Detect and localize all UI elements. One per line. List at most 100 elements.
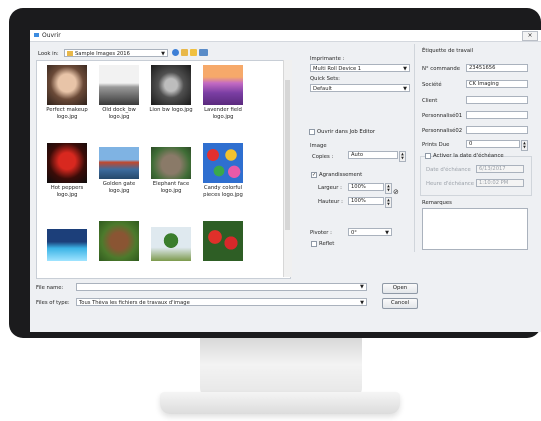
mirror-checkbox[interactable] — [311, 241, 317, 247]
due-date-group — [420, 156, 532, 196]
enlarge-checkbox[interactable]: ✓ — [311, 172, 317, 178]
file-item[interactable]: Golden gate logo.jpg — [94, 143, 144, 194]
files-of-type-dropdown[interactable]: Tous Thèva les fichiers de travaux d'ima… — [76, 298, 367, 306]
company-input[interactable]: CK Imaging — [466, 80, 528, 88]
chevron-down-icon: ▼ — [161, 51, 165, 57]
file-label: Lavender field logo.jpg — [204, 107, 242, 120]
dock-bw-thumbnail-icon — [99, 65, 139, 105]
pool-thumbnail-icon — [47, 229, 87, 261]
close-button[interactable]: × — [522, 31, 538, 41]
copies-label: Copies : — [312, 154, 334, 160]
monitor-stand-neck — [200, 338, 362, 398]
tree-thumbnail-icon — [151, 227, 191, 261]
rotate-value: 0° — [351, 230, 357, 236]
chevron-down-icon: ▼ — [403, 66, 407, 72]
quickset-label: Quick Sets: — [310, 76, 340, 82]
file-item[interactable]: Elephant face logo.jpg — [146, 143, 196, 194]
file-label: Perfect makeup logo.jpg — [46, 107, 88, 120]
file-item[interactable] — [42, 221, 92, 261]
view-menu-icon[interactable] — [199, 49, 208, 56]
file-label: Lion bw logo.jpg — [149, 107, 193, 113]
width-input[interactable]: 100% — [348, 183, 384, 191]
order-label: N° commande — [422, 66, 460, 72]
open-button[interactable]: Open — [382, 283, 418, 294]
prints-due-label: Prints Due — [422, 142, 450, 148]
lion-bw-thumbnail-icon — [151, 65, 191, 105]
mirror-label: Reflet — [319, 241, 335, 247]
file-item[interactable]: Old dock_bw logo.jpg — [94, 65, 144, 120]
chevron-down-icon: ▼ — [385, 230, 389, 236]
printer-dropdown[interactable]: Multi Roll Device 1 ▼ — [310, 64, 410, 72]
activate-due-checkbox[interactable] — [425, 153, 431, 159]
quickset-dropdown[interactable]: Default ▼ — [310, 84, 410, 92]
printer-value: Multi Roll Device 1 — [313, 66, 362, 72]
activate-due-label: Activer la date d'échéance — [433, 153, 504, 159]
scrollbar-thumb[interactable] — [285, 80, 290, 230]
file-name-label: File name: — [36, 285, 64, 291]
up-folder-icon[interactable] — [181, 49, 188, 56]
files-of-type-value: Tous Thèva les fichiers de travaux d'ima… — [79, 300, 190, 306]
cow-thumbnail-icon — [99, 221, 139, 261]
open-job-editor-checkbox[interactable] — [309, 129, 315, 135]
due-time-input[interactable]: 1:10:02 PM — [476, 179, 524, 187]
dialog-title: Ouvrir — [42, 32, 61, 39]
chevron-down-icon: ▼ — [360, 300, 364, 306]
width-stepper[interactable]: ▲ ▼ — [385, 183, 392, 194]
file-name-dropdown-icon[interactable]: ▼ — [360, 284, 364, 290]
client-input[interactable] — [466, 96, 528, 104]
file-item[interactable]: Hot peppers logo.jpg — [42, 143, 92, 198]
file-item[interactable] — [94, 221, 144, 261]
custom2-input[interactable] — [466, 126, 528, 134]
look-in-dropdown[interactable]: Sample Images 2016 ▼ — [64, 49, 168, 57]
file-item[interactable] — [198, 221, 248, 261]
copies-stepper[interactable]: ▲ ▼ — [399, 151, 406, 162]
title-bar: Ouvrir × — [30, 30, 541, 42]
order-input[interactable]: 23451656 — [466, 64, 528, 72]
cancel-button[interactable]: Cancel — [382, 298, 418, 309]
open-job-editor-label: Ouvrir dans Job Editor — [317, 129, 376, 135]
printer-label: Imprimante : — [310, 56, 345, 62]
job-label-title: Étiquette de travail — [422, 48, 474, 54]
copies-input[interactable]: Auto — [348, 151, 398, 159]
rotate-dropdown[interactable]: 0° ▼ — [348, 228, 392, 236]
monitor-bezel: Ouvrir × Look in: Sample Images 2016 ▼ P… — [9, 8, 541, 338]
chevron-down-icon: ▼ — [403, 86, 407, 92]
height-label: Hauteur : — [318, 199, 343, 205]
panel-separator — [414, 44, 415, 252]
remarks-textarea[interactable] — [422, 208, 528, 250]
file-item[interactable]: Lavender field logo.jpg — [198, 65, 248, 120]
file-list-scrollbar[interactable] — [283, 60, 292, 277]
peppers-thumbnail-icon — [47, 143, 87, 183]
file-name-input[interactable] — [76, 283, 367, 291]
height-input[interactable]: 100% — [348, 197, 384, 205]
elephant-thumbnail-icon — [151, 147, 191, 179]
rotate-label: Pivoter : — [310, 230, 332, 236]
remarks-label: Remarques — [422, 200, 452, 206]
prints-due-stepper[interactable]: ▲ ▼ — [521, 140, 528, 151]
file-item[interactable]: Perfect makeup logo.jpg — [42, 65, 92, 120]
back-icon[interactable] — [172, 49, 179, 56]
flowers-thumbnail-icon — [203, 221, 243, 261]
quickset-value: Default — [313, 86, 332, 92]
custom1-input[interactable] — [466, 111, 528, 119]
link-aspect-icon[interactable]: ⊘ — [393, 188, 399, 196]
file-label: Golden gate logo.jpg — [102, 181, 136, 194]
height-stepper[interactable]: ▲ ▼ — [385, 197, 392, 208]
due-date-input[interactable]: 6/13/2017 — [476, 165, 524, 173]
due-date-label: Date d'échéance — [426, 167, 471, 173]
app-icon — [34, 33, 39, 37]
golden-gate-thumbnail-icon — [99, 147, 139, 179]
file-item[interactable]: Lion bw logo.jpg — [146, 65, 196, 114]
client-label: Client — [422, 98, 438, 104]
file-item[interactable] — [146, 221, 196, 261]
look-in-label: Look in: — [38, 51, 59, 57]
open-dialog: Ouvrir × Look in: Sample Images 2016 ▼ P… — [30, 30, 541, 332]
prints-due-input[interactable]: 0 — [466, 140, 520, 148]
file-item[interactable]: Candy colorful pieces logo.jpg — [198, 143, 248, 198]
file-label: Elephant face logo.jpg — [152, 181, 190, 194]
candy-thumbnail-icon — [203, 143, 243, 183]
look-in-value: Sample Images 2016 — [75, 51, 130, 57]
file-list: Perfect makeup logo.jpg Old dock_bw logo… — [36, 60, 291, 279]
new-folder-icon[interactable] — [190, 49, 197, 56]
files-of-type-label: Files of type: — [36, 300, 70, 306]
